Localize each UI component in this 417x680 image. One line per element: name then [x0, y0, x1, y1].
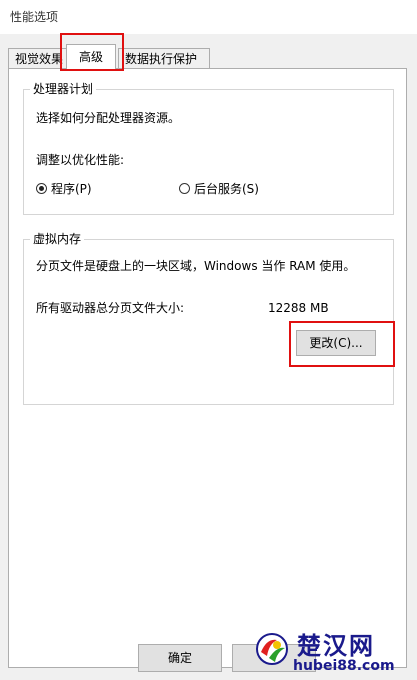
programs-radio-dot[interactable] [36, 183, 47, 194]
processor-scheduling-group: 处理器计划 选择如何分配处理器资源。 调整以优化性能: 程序(P) 后台服务(S… [23, 82, 394, 215]
virtual-memory-title: 虚拟内存 [30, 232, 85, 246]
programs-radio-label: 程序(P) [51, 182, 92, 196]
background-services-radio-dot[interactable] [179, 183, 190, 194]
virtual-memory-group: 虚拟内存 分页文件是硬盘上的一块区域，Windows 当作 RAM 使用。 所有… [23, 232, 394, 405]
adjust-for-label: 调整以优化性能: [36, 153, 125, 167]
tab-data-execution-prevention[interactable]: 数据执行保护 [118, 48, 210, 69]
change-virtual-memory-button[interactable]: 更改(C)... [296, 330, 376, 356]
window-title: 性能选项 [10, 10, 59, 24]
tab-visual-effects[interactable]: 视觉效果 [8, 48, 70, 69]
total-paging-size-label: 所有驱动器总分页文件大小: [36, 301, 185, 315]
programs-radio[interactable]: 程序(P) [36, 180, 92, 197]
background-services-radio-label: 后台服务(S) [194, 182, 259, 196]
watermark-url: hubei88.com [293, 658, 395, 674]
ok-button[interactable]: 确定 [138, 644, 222, 672]
tab-advanced[interactable]: 高级 [66, 44, 116, 70]
total-paging-size-value: 12288 MB [268, 301, 329, 315]
processor-scheduling-title: 处理器计划 [30, 82, 97, 96]
title-bar: 性能选项 [0, 0, 417, 34]
dialog-body: 视觉效果 高级 数据执行保护 处理器计划 选择如何分配处理器资源。 调整以优化性… [0, 34, 417, 680]
watermark-brand: 楚汉网 [297, 632, 375, 660]
virtual-memory-description: 分页文件是硬盘上的一块区域，Windows 当作 RAM 使用。 [36, 259, 356, 273]
processor-description: 选择如何分配处理器资源。 [36, 111, 181, 125]
site-watermark: 楚汉网 hubei88.com [253, 628, 413, 680]
watermark-logo-icon [256, 633, 288, 665]
advanced-tab-panel: 处理器计划 选择如何分配处理器资源。 调整以优化性能: 程序(P) 后台服务(S… [8, 68, 407, 668]
background-services-radio[interactable]: 后台服务(S) [179, 180, 259, 197]
